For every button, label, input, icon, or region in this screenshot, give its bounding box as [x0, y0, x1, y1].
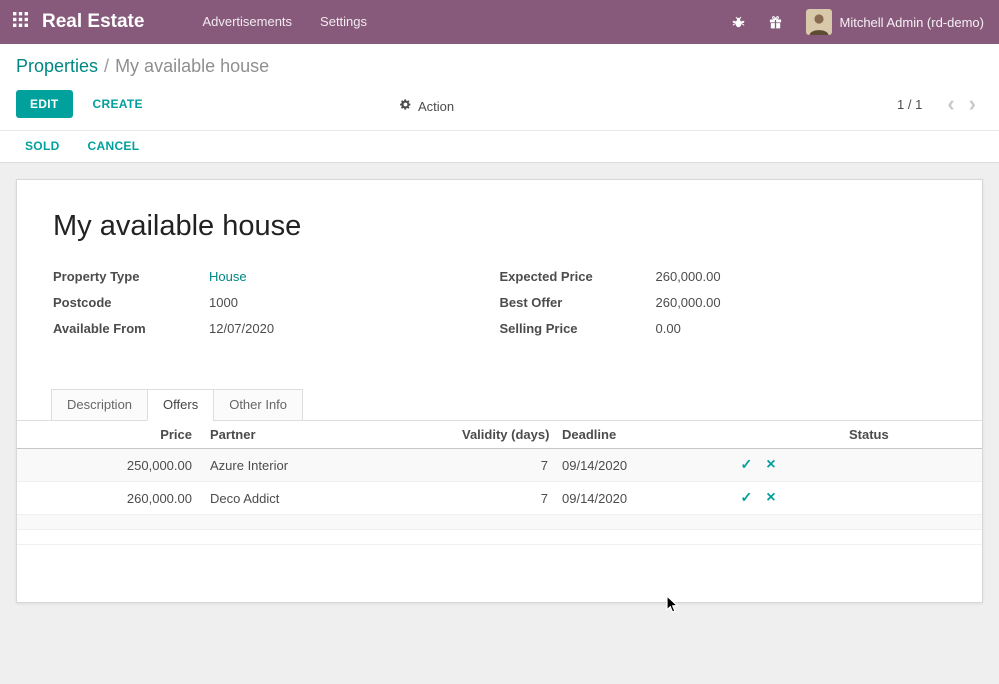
- pager: 1 / 1 ‹ ›: [897, 97, 983, 112]
- form-statusbar: SOLD CANCEL: [0, 130, 999, 163]
- field-group-left: Property Type House Postcode 1000 Availa…: [53, 269, 500, 347]
- app-window: Real Estate Advertisements Settings: [0, 0, 999, 684]
- offer-status: [803, 482, 982, 515]
- offer-row[interactable]: 260,000.00 Deco Addict 7 09/14/2020 ✓×: [17, 482, 982, 515]
- form-sheet: My available house Property Type House P…: [16, 179, 983, 603]
- field-best-offer: Best Offer 260,000.00: [500, 295, 947, 310]
- pager-next-icon[interactable]: ›: [962, 97, 983, 111]
- offer-price[interactable]: 260,000.00: [17, 482, 202, 515]
- offer-status: [803, 449, 982, 482]
- offer-price[interactable]: 250,000.00: [17, 449, 202, 482]
- gift-icon[interactable]: [757, 0, 794, 44]
- offers-header-row: Price Partner Validity (days) Deadline S…: [17, 421, 982, 449]
- top-navbar: Real Estate Advertisements Settings: [0, 0, 999, 44]
- user-avatar[interactable]: [806, 9, 832, 35]
- expected-price-value: 260,000.00: [656, 269, 721, 284]
- notebook-tabs: Description Offers Other Info: [17, 389, 982, 421]
- action-menu-label: Action: [418, 99, 454, 114]
- offers-table: Price Partner Validity (days) Deadline S…: [17, 421, 982, 545]
- edit-button[interactable]: EDIT: [16, 90, 73, 118]
- create-button[interactable]: CREATE: [81, 90, 155, 118]
- field-label: Postcode: [53, 295, 209, 310]
- offer-partner[interactable]: Azure Interior: [202, 449, 462, 482]
- field-label: Available From: [53, 321, 209, 336]
- accept-offer-icon[interactable]: ✓: [733, 489, 759, 505]
- available-from-value: 12/07/2020: [209, 321, 274, 336]
- tab-description[interactable]: Description: [51, 389, 148, 421]
- column-header-actions: [713, 421, 803, 449]
- column-header-status[interactable]: Status: [803, 421, 982, 449]
- column-header-partner[interactable]: Partner: [202, 421, 462, 449]
- field-postcode: Postcode 1000: [53, 295, 500, 310]
- tab-other-info[interactable]: Other Info: [213, 389, 303, 421]
- column-header-deadline[interactable]: Deadline: [558, 421, 713, 449]
- pager-count: 1 / 1: [897, 97, 922, 112]
- user-menu[interactable]: Mitchell Admin (rd-demo): [840, 15, 985, 30]
- navbar-menus: Advertisements Settings: [188, 0, 381, 44]
- cancel-button[interactable]: CANCEL: [88, 139, 140, 154]
- field-property-type: Property Type House: [53, 269, 500, 284]
- apps-grid-icon: [13, 12, 28, 32]
- breadcrumb: Properties/My available house: [0, 44, 999, 84]
- offer-partner[interactable]: Deco Addict: [202, 482, 462, 515]
- field-selling-price: Selling Price 0.00: [500, 321, 947, 336]
- navbar-right: Mitchell Admin (rd-demo): [720, 0, 999, 44]
- gear-icon: [399, 98, 418, 114]
- pager-previous-icon[interactable]: ‹: [940, 97, 961, 111]
- apps-menu-button[interactable]: [0, 0, 42, 44]
- list-filler-row: [17, 530, 982, 545]
- column-header-validity[interactable]: Validity (days): [462, 421, 558, 449]
- best-offer-value: 260,000.00: [656, 295, 721, 310]
- breadcrumb-properties-link[interactable]: Properties: [16, 56, 98, 76]
- breadcrumb-separator: /: [98, 56, 115, 76]
- debug-bug-icon[interactable]: [720, 0, 757, 44]
- offer-validity[interactable]: 7: [462, 482, 558, 515]
- field-groups: Property Type House Postcode 1000 Availa…: [53, 269, 946, 347]
- property-type-value-link[interactable]: House: [209, 269, 247, 284]
- form-view-background: My available house Property Type House P…: [0, 163, 999, 684]
- action-menu-button[interactable]: Action: [399, 98, 454, 114]
- list-filler-row: [17, 515, 982, 530]
- field-expected-price: Expected Price 260,000.00: [500, 269, 947, 284]
- offer-deadline[interactable]: 09/14/2020: [558, 482, 713, 515]
- menu-advertisements[interactable]: Advertisements: [188, 0, 306, 44]
- tab-offers[interactable]: Offers: [147, 389, 214, 421]
- field-label: Property Type: [53, 269, 209, 284]
- accept-offer-icon[interactable]: ✓: [733, 456, 759, 472]
- postcode-value: 1000: [209, 295, 238, 310]
- offer-validity[interactable]: 7: [462, 449, 558, 482]
- offer-deadline[interactable]: 09/14/2020: [558, 449, 713, 482]
- breadcrumb-current: My available house: [115, 56, 269, 76]
- field-available-from: Available From 12/07/2020: [53, 321, 500, 336]
- refuse-offer-icon[interactable]: ×: [759, 489, 782, 506]
- column-header-price[interactable]: Price: [17, 421, 202, 449]
- field-label: Expected Price: [500, 269, 656, 284]
- refuse-offer-icon[interactable]: ×: [759, 456, 782, 473]
- sold-button[interactable]: SOLD: [25, 139, 60, 154]
- field-label: Best Offer: [500, 295, 656, 310]
- field-label: Selling Price: [500, 321, 656, 336]
- field-group-right: Expected Price 260,000.00 Best Offer 260…: [500, 269, 947, 347]
- record-title: My available house: [53, 210, 946, 243]
- offer-actions: ✓×: [713, 449, 803, 482]
- menu-settings[interactable]: Settings: [306, 0, 381, 44]
- offer-row[interactable]: 250,000.00 Azure Interior 7 09/14/2020 ✓…: [17, 449, 982, 482]
- selling-price-value: 0.00: [656, 321, 681, 336]
- control-panel: EDIT CREATE Action 1 / 1 ‹ ›: [0, 84, 999, 130]
- app-brand-title[interactable]: Real Estate: [42, 11, 144, 33]
- offer-actions: ✓×: [713, 482, 803, 515]
